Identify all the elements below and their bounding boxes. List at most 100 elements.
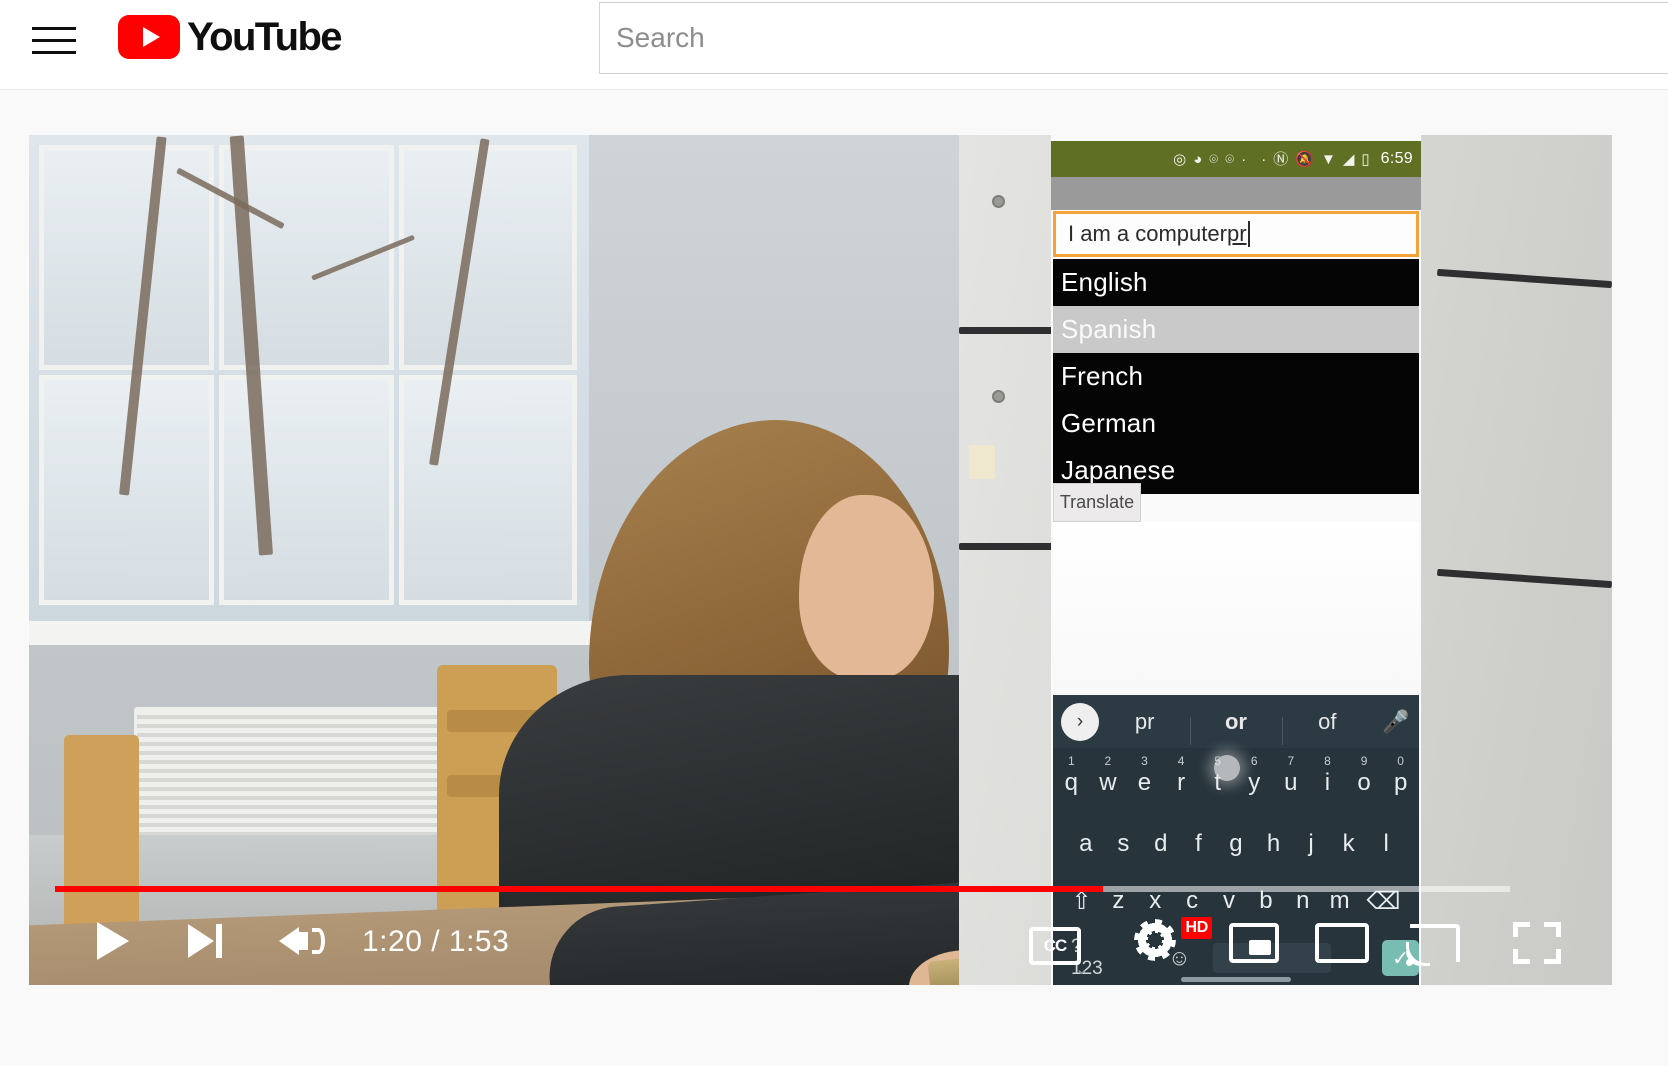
speaker-body — [298, 932, 308, 950]
cast-button[interactable] — [1406, 919, 1464, 967]
youtube-play-icon — [118, 15, 180, 59]
progress-bar-track[interactable] — [55, 886, 1510, 892]
next-bar — [216, 924, 222, 958]
locker-knob — [992, 390, 1005, 403]
miniplayer-button[interactable] — [1226, 919, 1282, 967]
key-number: 6 — [1250, 754, 1258, 768]
key-u[interactable]: 7u — [1281, 754, 1301, 797]
settings-button[interactable] — [1128, 913, 1182, 967]
fullscreen-icon — [1513, 922, 1561, 964]
youtube-header: YouTube — [0, 0, 1668, 90]
key-k[interactable]: k — [1339, 830, 1359, 858]
input-value: I am a computer — [1068, 221, 1227, 246]
language-label: English — [1061, 267, 1148, 297]
locker-edge — [1436, 568, 1612, 589]
key-r[interactable]: 4r — [1171, 754, 1191, 797]
fs-corner-tr — [1544, 922, 1561, 937]
volume-button[interactable] — [274, 915, 330, 967]
suggestion-2[interactable]: or — [1190, 709, 1281, 745]
gear-shape — [1134, 919, 1176, 961]
window-sill — [29, 621, 629, 645]
key-number: 0 — [1397, 754, 1404, 768]
dot-icon: · — [1261, 150, 1267, 168]
language-option-english[interactable]: English — [1053, 259, 1419, 306]
key-p[interactable]: 0p — [1391, 754, 1411, 797]
key-i[interactable]: 8i — [1317, 754, 1337, 797]
window-pane — [399, 145, 577, 370]
youtube-wordmark: YouTube — [187, 15, 343, 59]
hamburger-menu-icon[interactable] — [32, 18, 76, 62]
next-icon — [188, 924, 214, 958]
language-option-french[interactable]: French — [1053, 353, 1419, 400]
key-j[interactable]: j — [1301, 830, 1321, 858]
search-box[interactable] — [599, 2, 1668, 74]
next-video-button[interactable] — [179, 915, 231, 967]
microphone-icon[interactable]: 🎤 — [1373, 709, 1419, 735]
suggestion-1[interactable]: pr — [1099, 709, 1190, 735]
theater-mode-button[interactable] — [1312, 919, 1372, 967]
nfc-icon: Ⓝ — [1273, 150, 1289, 168]
cast-waves — [1406, 942, 1432, 966]
key-number: 2 — [1104, 754, 1112, 768]
window-pane — [399, 375, 577, 605]
page-body: ◎ ◕ ⌾ ⌾ · · Ⓝ 🔕 ▼ ◢ ▯ 6:59 I am a comput… — [0, 90, 1668, 1066]
speaker-icon — [279, 927, 299, 955]
keyboard-row-middle: a s d f g h j k l — [1053, 818, 1419, 870]
key-a[interactable]: a — [1076, 830, 1096, 858]
key-o[interactable]: 9o — [1354, 754, 1374, 797]
picture-in-picture-icon — [1229, 923, 1279, 963]
captions-button[interactable]: CC — [1026, 925, 1084, 967]
key-e[interactable]: 3e — [1134, 754, 1154, 797]
key-y[interactable]: 6y — [1244, 754, 1264, 797]
language-option-spanish[interactable]: Spanish — [1053, 306, 1419, 353]
language-label: German — [1061, 408, 1157, 438]
hamburger-bar — [32, 38, 76, 42]
video-player[interactable]: ◎ ◕ ⌾ ⌾ · · Ⓝ 🔕 ▼ ◢ ▯ 6:59 I am a comput… — [29, 135, 1612, 985]
key-w[interactable]: 2w — [1098, 754, 1118, 797]
translate-button[interactable]: Translate — [1053, 483, 1141, 522]
messenger-icon: ◕ — [1193, 150, 1203, 168]
chat-icon: ⌾ — [1225, 150, 1235, 168]
youtube-logo[interactable]: YouTube — [118, 14, 343, 60]
chat-icon: ⌾ — [1209, 150, 1219, 168]
key-label: o — [1357, 769, 1371, 796]
fs-corner-bl — [1513, 949, 1530, 964]
language-label: French — [1061, 361, 1144, 391]
hd-quality-badge: HD — [1181, 917, 1212, 939]
play-button[interactable] — [87, 915, 139, 967]
play-icon — [97, 922, 129, 960]
key-label: e — [1137, 769, 1152, 796]
suggestion-3[interactable]: of — [1281, 709, 1373, 745]
key-g[interactable]: g — [1226, 830, 1246, 858]
key-number: 1 — [1067, 754, 1075, 768]
key-q[interactable]: 1q — [1061, 754, 1081, 797]
phone-screen-overlay: ◎ ◕ ⌾ ⌾ · · Ⓝ 🔕 ▼ ◢ ▯ 6:59 I am a comput… — [1051, 135, 1421, 985]
wifi-icon: ▼ — [1320, 150, 1336, 168]
gear-icon — [1134, 919, 1176, 961]
play-triangle — [142, 27, 160, 47]
cc-icon: CC — [1029, 927, 1081, 965]
pip-inner-box — [1249, 940, 1271, 955]
key-number: 7 — [1287, 754, 1295, 768]
key-h[interactable]: h — [1264, 830, 1284, 858]
chevron-right-icon[interactable]: › — [1061, 702, 1099, 741]
key-label: r — [1177, 769, 1186, 796]
hamburger-bar — [32, 50, 76, 54]
key-s[interactable]: s — [1113, 830, 1133, 858]
window — [29, 135, 589, 635]
cast-icon — [1406, 924, 1460, 966]
translate-text-input[interactable]: I am a computer pr — [1053, 211, 1419, 257]
speaker-wave — [312, 928, 325, 954]
locker-knob — [992, 195, 1005, 208]
player-controls-bar: 1:20 / 1:53 CC HD — [29, 897, 1612, 985]
search-input[interactable] — [600, 3, 1668, 73]
key-f[interactable]: f — [1188, 830, 1208, 858]
fullscreen-button[interactable] — [1510, 919, 1564, 967]
fs-corner-tl — [1513, 922, 1530, 937]
language-option-german[interactable]: German — [1053, 400, 1419, 447]
key-label: w — [1099, 769, 1117, 796]
key-number: 3 — [1141, 754, 1148, 768]
key-l[interactable]: l — [1376, 830, 1396, 858]
phone-app-bar — [1051, 177, 1421, 210]
key-d[interactable]: d — [1151, 830, 1171, 858]
